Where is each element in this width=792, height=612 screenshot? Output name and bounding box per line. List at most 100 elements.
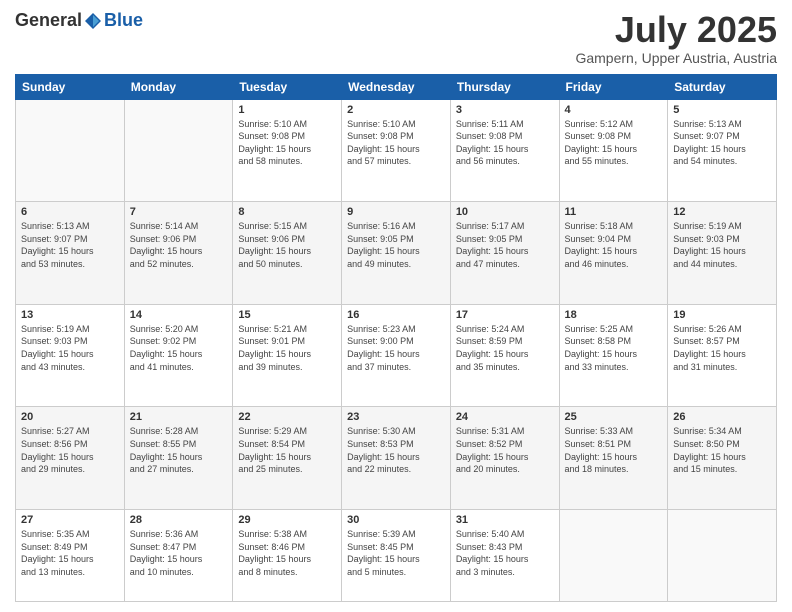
day-number: 5 [673,104,771,116]
calendar-day-cell: 6Sunrise: 5:13 AM Sunset: 9:07 PM Daylig… [16,202,125,305]
day-number: 2 [347,104,445,116]
calendar-day-header: Tuesday [233,74,342,99]
day-number: 27 [21,514,119,526]
day-info: Sunrise: 5:12 AM Sunset: 9:08 PM Dayligh… [565,118,663,168]
day-number: 3 [456,104,554,116]
calendar-day-cell: 3 Sunrise: 5:11 AM Sunset: 9:08 PM Daylig… [450,99,559,202]
day-number: 13 [21,309,119,321]
day-info: Sunrise: 5:28 AM Sunset: 8:55 PM Dayligh… [130,425,228,475]
day-info: Sunrise: 5:38 AM Sunset: 8:46 PM Dayligh… [238,528,336,578]
day-info: Sunrise: 5:15 AM Sunset: 9:06 PM Dayligh… [238,220,336,270]
day-info: Sunrise: 5:33 AM Sunset: 8:51 PM Dayligh… [565,425,663,475]
calendar-day-cell [124,99,233,202]
day-info: Sunrise: 5:31 AM Sunset: 8:52 PM Dayligh… [456,425,554,475]
day-info: Sunrise: 5:35 AM Sunset: 8:49 PM Dayligh… [21,528,119,578]
calendar-day-cell: 7Sunrise: 5:14 AM Sunset: 9:06 PM Daylig… [124,202,233,305]
calendar-day-cell [668,510,777,602]
calendar-day-cell: 4 Sunrise: 5:12 AM Sunset: 9:08 PM Daylig… [559,99,668,202]
day-number: 8 [238,206,336,218]
day-info: Sunrise: 5:39 AM Sunset: 8:45 PM Dayligh… [347,528,445,578]
calendar-day-cell: 5Sunrise: 5:13 AM Sunset: 9:07 PM Daylig… [668,99,777,202]
day-number: 12 [673,206,771,218]
day-number: 20 [21,411,119,423]
calendar-day-cell [559,510,668,602]
day-info: Sunrise: 5:20 AM Sunset: 9:02 PM Dayligh… [130,323,228,373]
calendar-day-cell: 26 Sunrise: 5:34 AM Sunset: 8:50 PM Dayli… [668,407,777,510]
day-number: 17 [456,309,554,321]
calendar-day-cell: 24 Sunrise: 5:31 AM Sunset: 8:52 PM Dayli… [450,407,559,510]
calendar-day-cell: 1 Sunrise: 5:10 AM Sunset: 9:08 PM Daylig… [233,99,342,202]
day-info: Sunrise: 5:18 AM Sunset: 9:04 PM Dayligh… [565,220,663,270]
day-number: 7 [130,206,228,218]
calendar-day-cell: 15Sunrise: 5:21 AM Sunset: 9:01 PM Dayli… [233,304,342,407]
logo: General Blue [15,10,143,31]
calendar-day-cell: 19 Sunrise: 5:26 AM Sunset: 8:57 PM Dayli… [668,304,777,407]
calendar-day-cell: 22 Sunrise: 5:29 AM Sunset: 8:54 PM Dayli… [233,407,342,510]
calendar-day-header: Sunday [16,74,125,99]
day-info: Sunrise: 5:11 AM Sunset: 9:08 PM Dayligh… [456,118,554,168]
logo-general: General [15,10,82,31]
day-info: Sunrise: 5:13 AM Sunset: 9:07 PM Dayligh… [21,220,119,270]
calendar-day-cell: 2 Sunrise: 5:10 AM Sunset: 9:08 PM Daylig… [342,99,451,202]
calendar-day-cell: 20 Sunrise: 5:27 AM Sunset: 8:56 PM Dayli… [16,407,125,510]
calendar-day-header: Thursday [450,74,559,99]
calendar-day-cell: 29Sunrise: 5:38 AM Sunset: 8:46 PM Dayli… [233,510,342,602]
day-number: 10 [456,206,554,218]
day-info: Sunrise: 5:16 AM Sunset: 9:05 PM Dayligh… [347,220,445,270]
day-number: 31 [456,514,554,526]
day-number: 19 [673,309,771,321]
day-info: Sunrise: 5:29 AM Sunset: 8:54 PM Dayligh… [238,425,336,475]
day-info: Sunrise: 5:10 AM Sunset: 9:08 PM Dayligh… [238,118,336,168]
calendar-day-cell: 23 Sunrise: 5:30 AM Sunset: 8:53 PM Dayli… [342,407,451,510]
day-number: 1 [238,104,336,116]
calendar-day-header: Wednesday [342,74,451,99]
day-info: Sunrise: 5:17 AM Sunset: 9:05 PM Dayligh… [456,220,554,270]
month-title: July 2025 [575,10,777,50]
calendar-day-cell: 21 Sunrise: 5:28 AM Sunset: 8:55 PM Dayli… [124,407,233,510]
calendar-day-cell: 14Sunrise: 5:20 AM Sunset: 9:02 PM Dayli… [124,304,233,407]
day-info: Sunrise: 5:36 AM Sunset: 8:47 PM Dayligh… [130,528,228,578]
day-info: Sunrise: 5:30 AM Sunset: 8:53 PM Dayligh… [347,425,445,475]
logo-icon [83,11,103,31]
calendar-day-cell: 17Sunrise: 5:24 AM Sunset: 8:59 PM Dayli… [450,304,559,407]
calendar-day-header: Friday [559,74,668,99]
calendar-week-row: 27 Sunrise: 5:35 AM Sunset: 8:49 PM Dayli… [16,510,777,602]
day-number: 21 [130,411,228,423]
day-info: Sunrise: 5:26 AM Sunset: 8:57 PM Dayligh… [673,323,771,373]
calendar-day-cell: 8 Sunrise: 5:15 AM Sunset: 9:06 PM Daylig… [233,202,342,305]
calendar-week-row: 20 Sunrise: 5:27 AM Sunset: 8:56 PM Dayli… [16,407,777,510]
day-info: Sunrise: 5:34 AM Sunset: 8:50 PM Dayligh… [673,425,771,475]
calendar-day-cell: 16Sunrise: 5:23 AM Sunset: 9:00 PM Dayli… [342,304,451,407]
day-info: Sunrise: 5:27 AM Sunset: 8:56 PM Dayligh… [21,425,119,475]
day-number: 18 [565,309,663,321]
calendar-day-cell: 12 Sunrise: 5:19 AM Sunset: 9:03 PM Dayli… [668,202,777,305]
title-block: July 2025 Gampern, Upper Austria, Austri… [575,10,777,66]
day-number: 23 [347,411,445,423]
day-info: Sunrise: 5:25 AM Sunset: 8:58 PM Dayligh… [565,323,663,373]
location: Gampern, Upper Austria, Austria [575,50,777,66]
day-number: 26 [673,411,771,423]
day-number: 28 [130,514,228,526]
day-number: 9 [347,206,445,218]
day-info: Sunrise: 5:19 AM Sunset: 9:03 PM Dayligh… [673,220,771,270]
day-info: Sunrise: 5:19 AM Sunset: 9:03 PM Dayligh… [21,323,119,373]
day-number: 30 [347,514,445,526]
calendar-day-cell: 10 Sunrise: 5:17 AM Sunset: 9:05 PM Dayli… [450,202,559,305]
day-number: 22 [238,411,336,423]
day-info: Sunrise: 5:10 AM Sunset: 9:08 PM Dayligh… [347,118,445,168]
day-info: Sunrise: 5:23 AM Sunset: 9:00 PM Dayligh… [347,323,445,373]
calendar-day-cell [16,99,125,202]
calendar-table: SundayMondayTuesdayWednesdayThursdayFrid… [15,74,777,602]
day-info: Sunrise: 5:40 AM Sunset: 8:43 PM Dayligh… [456,528,554,578]
day-number: 11 [565,206,663,218]
day-number: 24 [456,411,554,423]
calendar-day-cell: 18 Sunrise: 5:25 AM Sunset: 8:58 PM Dayli… [559,304,668,407]
calendar-day-cell: 13 Sunrise: 5:19 AM Sunset: 9:03 PM Dayli… [16,304,125,407]
day-number: 15 [238,309,336,321]
calendar-day-cell: 9 Sunrise: 5:16 AM Sunset: 9:05 PM Daylig… [342,202,451,305]
day-number: 4 [565,104,663,116]
calendar-day-header: Saturday [668,74,777,99]
calendar-week-row: 6Sunrise: 5:13 AM Sunset: 9:07 PM Daylig… [16,202,777,305]
calendar-day-cell: 28 Sunrise: 5:36 AM Sunset: 8:47 PM Dayli… [124,510,233,602]
logo-text: General Blue [15,10,143,31]
